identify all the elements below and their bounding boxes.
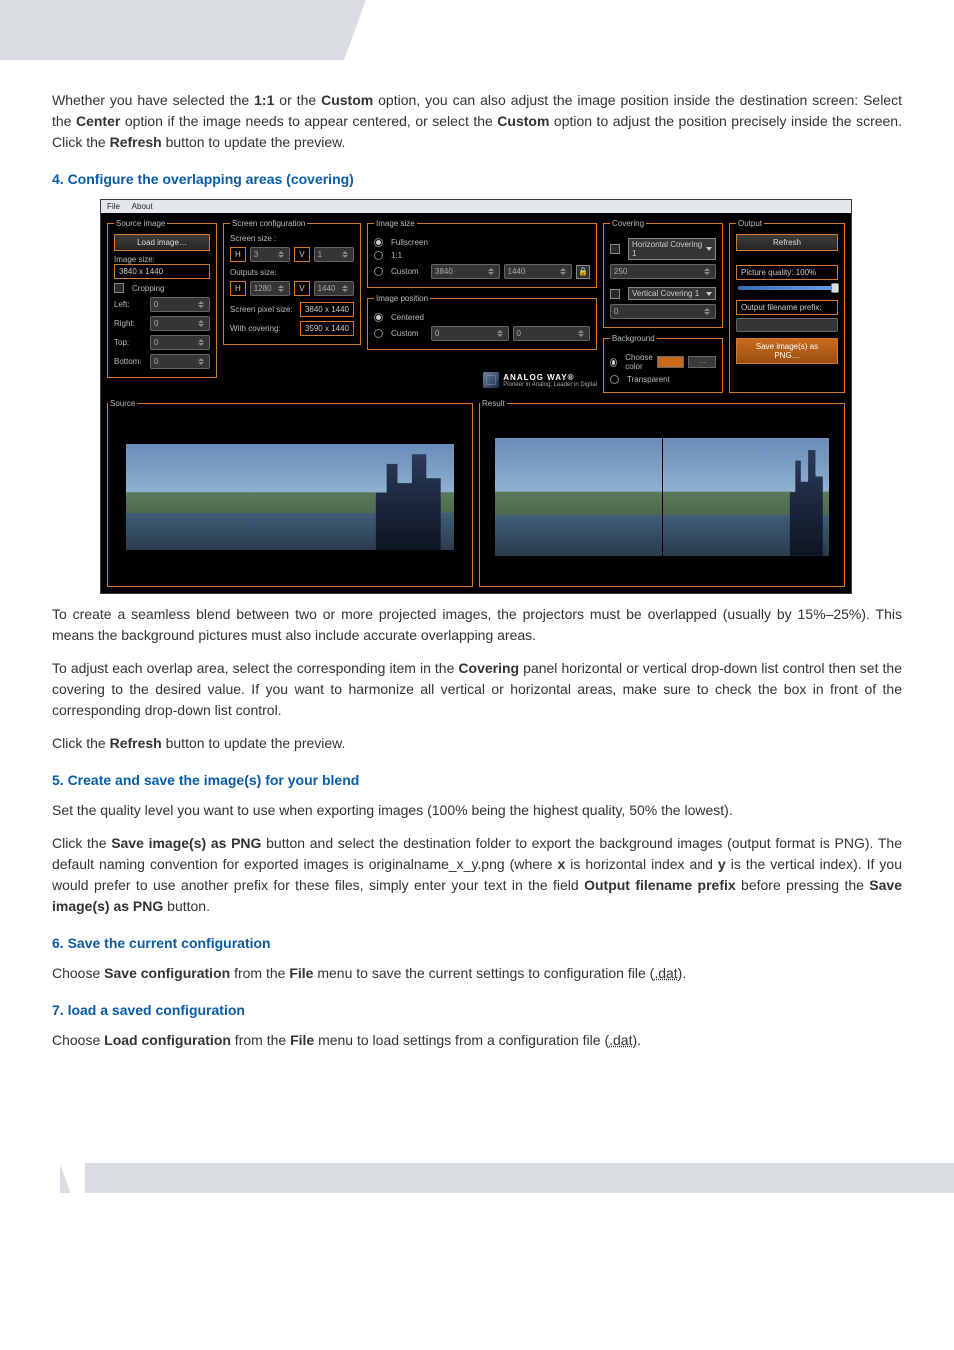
- radio-transparent[interactable]: [610, 375, 619, 384]
- custom-w-input[interactable]: 3840: [431, 264, 500, 279]
- heading-6: 6. Save the current configuration: [52, 935, 902, 951]
- crop-left-input[interactable]: 0: [150, 297, 210, 312]
- panel-image-size: Image size Fullscreen 1:1 Custom 3840 14…: [367, 219, 597, 288]
- bold-center: Center: [76, 113, 120, 129]
- panel-covering: Covering Horizontal Covering 1 250 Verti…: [603, 219, 723, 328]
- cropping-checkbox[interactable]: [114, 283, 124, 293]
- heading-4: 4. Configure the overlapping areas (cove…: [52, 171, 902, 187]
- quality-slider[interactable]: [738, 286, 836, 290]
- custom-h-input[interactable]: 1440: [504, 264, 573, 279]
- v-covering-value-input[interactable]: 0: [610, 304, 716, 319]
- panel-output: Output Refresh Picture quality: 100% Out…: [729, 219, 845, 393]
- refresh-button[interactable]: Refresh: [736, 234, 838, 251]
- chevron-down-icon: [706, 247, 712, 251]
- picture-quality-label: Picture quality: 100%: [736, 265, 838, 280]
- panel-image-position: Image position Centered Custom 0 0: [367, 294, 597, 350]
- crop-right-input[interactable]: 0: [150, 316, 210, 331]
- menu-bar: File About: [101, 200, 851, 213]
- intro-paragraph: Whether you have selected the 1:1 or the…: [52, 90, 902, 153]
- bold-refresh: Refresh: [110, 134, 162, 150]
- bold-custom-2: Custom: [497, 113, 549, 129]
- output-v-input[interactable]: 1440: [314, 281, 354, 296]
- screen-pixel-value: 3840 x 1440: [300, 302, 354, 317]
- radio-centered[interactable]: [374, 313, 383, 322]
- screen-h-input[interactable]: 3: [250, 247, 290, 262]
- source-preview-image: [126, 444, 454, 551]
- s5-p1: Set the quality level you want to use wh…: [52, 800, 902, 821]
- page-decorative-header: [0, 0, 954, 60]
- output-prefix-input[interactable]: [736, 318, 838, 332]
- radio-size-custom[interactable]: [374, 267, 383, 276]
- load-image-button[interactable]: Load image…: [114, 234, 210, 251]
- v-covering-select[interactable]: Vertical Covering 1: [628, 287, 716, 300]
- h-covering-select[interactable]: Horizontal Covering 1: [628, 238, 716, 260]
- h-covering-value-input[interactable]: 250: [610, 264, 716, 279]
- output-prefix-label: Output filename prefix:: [736, 300, 838, 315]
- menu-file[interactable]: File: [107, 202, 120, 211]
- panel-source-preview: Source: [107, 399, 473, 587]
- screen-v-input[interactable]: 1: [314, 247, 354, 262]
- color-picker-button[interactable]: …: [688, 356, 716, 368]
- document-body: Whether you have selected the 1:1 or the…: [0, 60, 954, 1123]
- s5-p2: Click the Save image(s) as PNG button an…: [52, 833, 902, 917]
- heading-7: 7. load a saved configuration: [52, 1002, 902, 1018]
- output-h-input[interactable]: 1280: [250, 281, 290, 296]
- analog-way-brand: ANALOG WAY®Pioneer in Analog, Leader in …: [367, 372, 597, 388]
- panel-source-image: Source image Load image… Image size: 384…: [107, 219, 217, 378]
- panel-result-preview: Result: [479, 399, 845, 587]
- crop-bottom-input[interactable]: 0: [150, 354, 210, 369]
- image-size-value: 3840 x 1440: [114, 264, 210, 279]
- pos-y-input[interactable]: 0: [513, 326, 591, 341]
- seamless-p1: To create a seamless blend between two o…: [52, 604, 902, 646]
- color-swatch[interactable]: [657, 356, 685, 368]
- bold-custom: Custom: [321, 92, 373, 108]
- radio-choose-color[interactable]: [610, 358, 617, 367]
- menu-about[interactable]: About: [132, 202, 153, 211]
- radio-fullscreen[interactable]: [374, 238, 383, 247]
- s7-p: Choose Load configuration from the File …: [52, 1030, 902, 1051]
- h-covering-checkbox[interactable]: [610, 244, 620, 254]
- with-covering-value: 3590 x 1440: [300, 321, 354, 336]
- radio-pos-custom[interactable]: [374, 329, 383, 338]
- seamless-p3: Click the Refresh button to update the p…: [52, 733, 902, 754]
- app-window: File About Source image Load image… Imag…: [100, 199, 852, 594]
- radio-1-1[interactable]: [374, 251, 383, 260]
- panel-screen-configuration: Screen configuration Screen size : H 3 V…: [223, 219, 361, 345]
- analog-way-logo-icon: [483, 372, 499, 388]
- page-decorative-footer: [0, 1163, 954, 1193]
- pos-x-input[interactable]: 0: [431, 326, 509, 341]
- s6-p: Choose Save configuration from the File …: [52, 963, 902, 984]
- panel-background: Background Choose color… Transparent: [603, 334, 723, 393]
- chevron-down-icon: [706, 292, 712, 296]
- v-covering-checkbox[interactable]: [610, 289, 620, 299]
- result-preview-image: [495, 438, 830, 555]
- lock-aspect-icon[interactable]: 🔒: [576, 265, 590, 279]
- seamless-p2: To adjust each overlap area, select the …: [52, 658, 902, 721]
- heading-5: 5. Create and save the image(s) for your…: [52, 772, 902, 788]
- save-images-button[interactable]: Save image(s) as PNG…: [736, 338, 838, 364]
- bold-1-1: 1:1: [254, 92, 274, 108]
- crop-top-input[interactable]: 0: [150, 335, 210, 350]
